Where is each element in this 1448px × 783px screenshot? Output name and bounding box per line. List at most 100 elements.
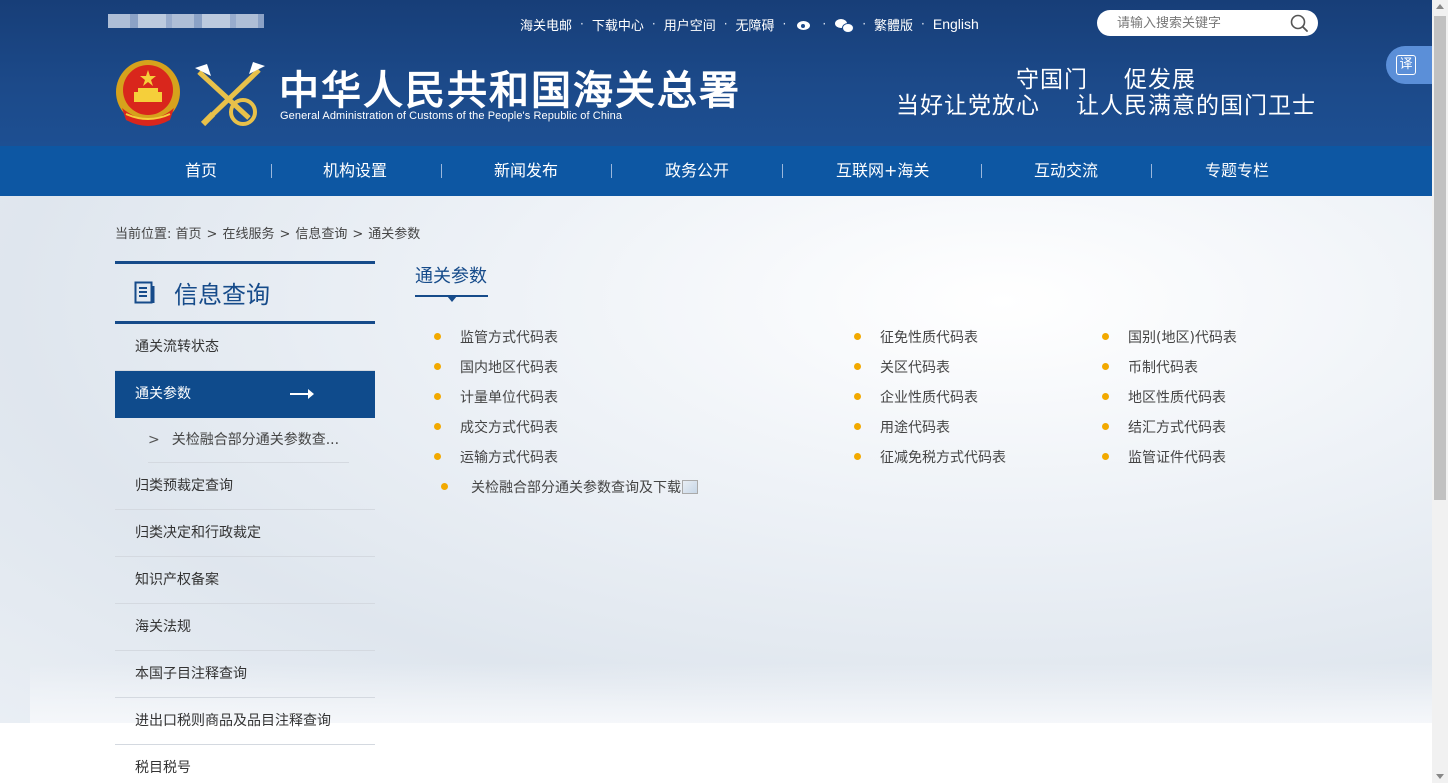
code-link[interactable]: 用途代码表 <box>854 417 950 437</box>
sidebar-header: 信息查询 <box>115 261 375 324</box>
code-link[interactable]: 运输方式代码表 <box>434 447 558 467</box>
national-emblem-icon <box>116 60 180 126</box>
search-icon[interactable] <box>1290 14 1308 32</box>
bullet-dot <box>441 483 448 490</box>
code-link[interactable]: 地区性质代码表 <box>1102 387 1226 407</box>
bullet-dot <box>1102 393 1109 400</box>
slogan-line-2: 当好让党放心 让人民满意的国门卫士 <box>896 86 1316 120</box>
code-link[interactable]: 征减免税方式代码表 <box>854 447 1006 467</box>
slogan-text: 让人民满意的国门卫士 <box>1076 93 1316 119</box>
scroll-down-arrow-icon[interactable] <box>1436 774 1444 779</box>
nav-separator <box>981 164 982 178</box>
nav-item-topics[interactable]: 专题专栏 <box>1205 146 1269 196</box>
top-link-traditional[interactable]: 繁體版 <box>874 15 913 34</box>
top-link-email[interactable]: 海关电邮 <box>520 15 572 34</box>
code-link[interactable]: 关区代码表 <box>854 357 950 377</box>
bullet-dot <box>1102 363 1109 370</box>
top-links-bar: 海关电邮 · 下载中心 · 用户空间 · 无障碍 · · · 繁體版 · Eng… <box>520 14 979 34</box>
code-link[interactable]: 征免性质代码表 <box>854 327 978 347</box>
sidebar-item-pre-classification[interactable]: 归类预裁定查询 <box>115 463 375 510</box>
sidebar-item-classification-decision[interactable]: 归类决定和行政裁定 <box>115 510 375 557</box>
code-link-label: 监管证件代码表 <box>1128 450 1226 466</box>
bullet-dot <box>434 333 441 340</box>
nav-item-government-affairs[interactable]: 政务公开 <box>665 146 729 196</box>
top-link-english[interactable]: English <box>933 16 979 32</box>
breadcrumb-item-home[interactable]: 首页 <box>176 227 202 242</box>
dot-separator: · <box>862 17 867 31</box>
sidebar-item-tariff-codes[interactable]: 税目税号 <box>115 745 375 783</box>
sidebar-item-tariff-notes[interactable]: 进出口税则商品及品目注释查询 <box>115 698 375 745</box>
nav-item-organization[interactable]: 机构设置 <box>323 146 387 196</box>
blurred-date-bar <box>108 14 264 28</box>
bullet-dot <box>854 453 861 460</box>
sidebar-subitem-merged-params[interactable]: > 关检融合部分通关参数查... <box>148 418 349 463</box>
main-nav: 首页 机构设置 新闻发布 政务公开 互联网+海关 互动交流 专题专栏 <box>0 146 1432 196</box>
breadcrumb-item-info-query[interactable]: 信息查询 <box>295 227 347 242</box>
breadcrumb: 当前位置: 首页 > 在线服务 > 信息查询 > 通关参数 <box>115 223 420 242</box>
top-link-user-space[interactable]: 用户空间 <box>664 15 716 34</box>
code-link[interactable]: 企业性质代码表 <box>854 387 978 407</box>
code-link-label: 关检融合部分通关参数查询及下载 <box>471 480 681 496</box>
wechat-icon[interactable] <box>834 16 855 33</box>
dot-separator: · <box>723 17 728 31</box>
sidebar-item-clearance-params[interactable]: 通关参数 <box>115 371 375 418</box>
customs-logo-icon <box>195 62 265 127</box>
bullet-dot <box>1102 453 1109 460</box>
breadcrumb-item-current[interactable]: 通关参数 <box>368 227 420 242</box>
sidebar-item-customs-regulations[interactable]: 海关法规 <box>115 604 375 651</box>
code-link-label: 关区代码表 <box>880 360 950 376</box>
site-header: 海关电邮 · 下载中心 · 用户空间 · 无障碍 · · · 繁體版 · Eng… <box>0 0 1432 146</box>
vertical-scrollbar[interactable] <box>1432 0 1448 783</box>
chevron-right-icon: > <box>148 432 160 448</box>
code-link[interactable]: 国别(地区)代码表 <box>1102 327 1237 347</box>
code-link[interactable]: 币制代码表 <box>1102 357 1198 377</box>
nav-item-home[interactable]: 首页 <box>185 146 217 196</box>
title-underline <box>415 295 488 302</box>
translate-button[interactable]: 译 <box>1386 46 1432 84</box>
nav-separator <box>441 164 442 178</box>
breadcrumb-separator: > <box>352 227 364 242</box>
code-link-label: 监管方式代码表 <box>460 330 558 346</box>
nav-item-interaction[interactable]: 互动交流 <box>1034 146 1098 196</box>
bullet-dot <box>434 393 441 400</box>
sidebar-subitem-label: 关检融合部分通关参数查... <box>171 432 340 448</box>
dot-separator: · <box>580 17 584 31</box>
breadcrumb-prefix: 当前位置: <box>115 227 172 242</box>
dot-separator: · <box>822 17 827 31</box>
top-link-accessibility[interactable]: 无障碍 <box>736 15 775 34</box>
nav-separator <box>271 164 272 178</box>
sidebar: 信息查询 通关流转状态 通关参数 > 关检融合部分通关参数查... 归类预裁定查询… <box>115 261 375 783</box>
code-link[interactable]: 计量单位代码表 <box>434 387 558 407</box>
nav-separator <box>782 164 783 178</box>
code-link[interactable]: 国内地区代码表 <box>434 357 558 377</box>
scroll-up-arrow-icon[interactable] <box>1436 4 1444 9</box>
code-link-label: 地区性质代码表 <box>1128 390 1226 406</box>
weibo-icon[interactable] <box>794 16 814 32</box>
code-link[interactable]: 成交方式代码表 <box>434 417 558 437</box>
site-subtitle: General Administration of Customs of the… <box>280 110 623 122</box>
dot-separator: · <box>921 17 925 31</box>
slogan-text: 当好让党放心 <box>896 93 1040 119</box>
code-link[interactable]: 监管证件代码表 <box>1102 447 1226 467</box>
scrollbar-thumb[interactable] <box>1434 16 1446 500</box>
merged-params-download-link[interactable]: 关检融合部分通关参数查询及下载 <box>441 477 698 497</box>
nav-separator <box>1151 164 1152 178</box>
code-link-label: 国内地区代码表 <box>460 360 558 376</box>
breadcrumb-item-online-service[interactable]: 在线服务 <box>222 227 274 242</box>
nav-item-internet-customs[interactable]: 互联网+海关 <box>836 146 929 196</box>
sidebar-item-ip-record[interactable]: 知识产权备案 <box>115 557 375 604</box>
sidebar-title: 信息查询 <box>174 281 270 309</box>
bullet-dot <box>854 333 861 340</box>
code-link[interactable]: 结汇方式代码表 <box>1102 417 1226 437</box>
sidebar-item-subheading-notes[interactable]: 本国子目注释查询 <box>115 651 375 698</box>
code-link-label: 征减免税方式代码表 <box>880 450 1006 466</box>
nav-item-news[interactable]: 新闻发布 <box>494 146 558 196</box>
sidebar-item-label: 通关参数 <box>135 386 191 402</box>
sidebar-item-clearance-status[interactable]: 通关流转状态 <box>115 324 375 371</box>
nav-separator <box>611 164 612 178</box>
top-link-download[interactable]: 下载中心 <box>592 15 644 34</box>
search-input[interactable] <box>1117 15 1277 31</box>
code-link[interactable]: 监管方式代码表 <box>434 327 558 347</box>
broken-image-icon <box>682 480 698 494</box>
bullet-dot <box>1102 423 1109 430</box>
